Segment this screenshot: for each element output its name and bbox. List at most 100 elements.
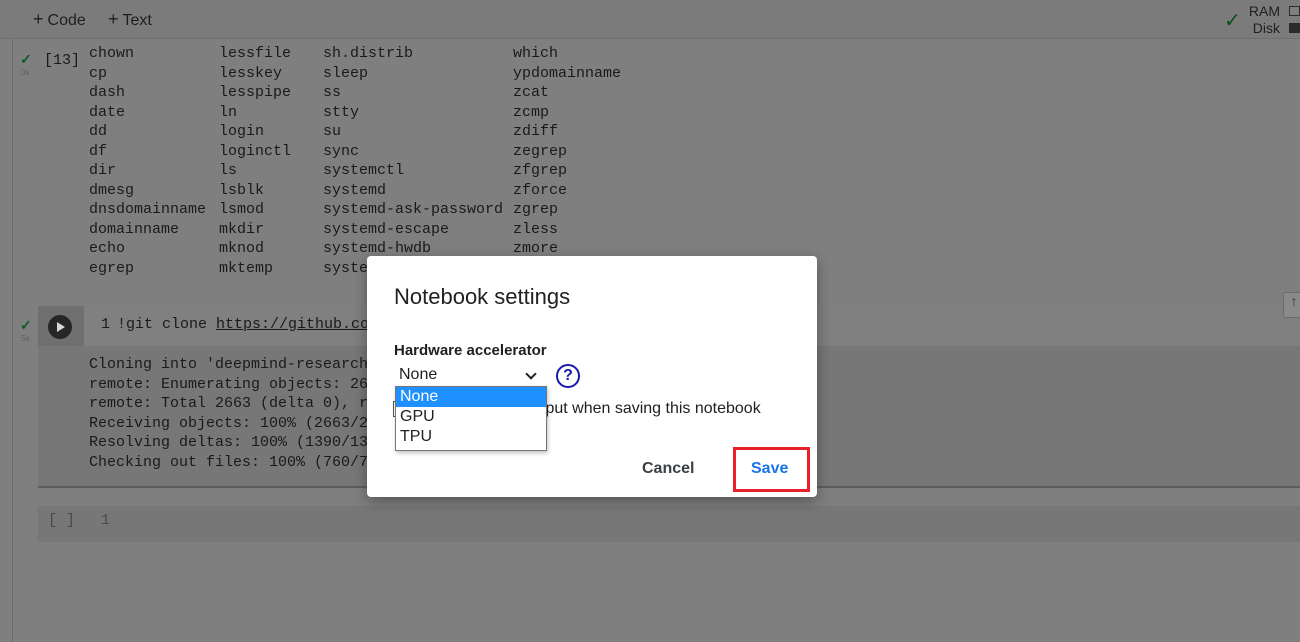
output-line: Receiving objects: 100% (2663/26 — [89, 414, 369, 432]
command-name: ss — [323, 84, 342, 101]
output-row: df loginctl sync zegrep — [89, 143, 989, 163]
cell-exec-time: 5s — [21, 334, 30, 343]
command-name: stty — [323, 103, 360, 121]
command-name: loginctl — [219, 142, 292, 160]
output-line: remote: Total 2663 (delta 0), re — [89, 395, 369, 413]
command-name: which — [513, 45, 559, 62]
command-name: zgrep — [513, 201, 559, 218]
command-name: systemd-ask-password — [323, 201, 504, 218]
hardware-accelerator-label: Hardware accelerator — [394, 342, 547, 359]
add-text-label: Text — [122, 12, 152, 29]
command-name: sync — [323, 142, 360, 160]
command-name: login — [219, 123, 265, 140]
line-number: 1 — [101, 512, 111, 529]
code-url-link[interactable]: https://github.com — [216, 316, 378, 333]
command-name: zcmp — [513, 103, 550, 121]
output-row: cp lesskey sleep ypdomainname — [89, 65, 989, 85]
scroll-up-icon[interactable]: ↑ — [1283, 292, 1300, 318]
output-row: date ln stty zcmp — [89, 104, 989, 124]
command-name: dash — [89, 84, 126, 101]
command-name: zcat — [513, 84, 550, 101]
omit-output-label: tput when saving this notebook — [541, 400, 761, 417]
command-name: ln — [219, 103, 238, 121]
ram-label[interactable]: RAM — [1246, 3, 1280, 19]
command-name: sh.distrib — [323, 45, 414, 62]
output-line: remote: Enumerating objects: 266 — [89, 375, 369, 393]
command-name: echo — [89, 240, 126, 257]
output-line: Cloning into 'deepmind-research' — [89, 356, 369, 373]
command-name: chown — [89, 45, 135, 62]
command-name: su — [323, 123, 342, 140]
cell-exec-time: 0s — [21, 68, 30, 77]
clone-output: Cloning into 'deepmind-research' remote: … — [89, 356, 369, 474]
line-number: 1 — [101, 316, 111, 333]
notebook-settings-dialog: Notebook settings Hardware accelerator N… — [367, 256, 817, 497]
command-name: zegrep — [513, 142, 568, 160]
save-button[interactable]: Save — [751, 460, 788, 478]
command-name: ls — [219, 162, 238, 179]
add-text-button[interactable]: + Text — [108, 9, 152, 30]
add-code-button[interactable]: + Code — [33, 9, 86, 30]
disk-label[interactable]: Disk — [1246, 20, 1280, 36]
cancel-button[interactable]: Cancel — [642, 460, 694, 478]
command-name: syste — [323, 259, 369, 277]
option-tpu[interactable]: TPU — [396, 427, 546, 447]
command-name: lesskey — [219, 64, 283, 82]
command-name: dd — [89, 123, 108, 140]
command-name: systemd-escape — [323, 220, 450, 238]
cell-success-check-icon: ✓ — [20, 317, 32, 333]
command-list-output: chown lessfile sh.distrib which cp lesskey sle… — [89, 45, 989, 279]
command-name: sleep — [323, 64, 369, 82]
disk-usage-bar — [1289, 23, 1300, 33]
cell-success-check-icon: ✓ — [20, 51, 32, 67]
command-name: domainname — [89, 220, 180, 238]
option-gpu[interactable]: GPU — [396, 407, 546, 427]
command-name: systemd-hwdb — [323, 240, 432, 257]
command-name: mktemp — [219, 259, 274, 277]
output-row: dmesg lsblk systemd zforce — [89, 182, 989, 202]
command-name: egrep — [89, 259, 135, 277]
plus-icon: + — [108, 9, 119, 29]
command-name: lesspipe — [219, 84, 292, 101]
output-line: Checking out files: 100% (760/76 — [89, 453, 369, 471]
add-code-label: Code — [47, 12, 86, 29]
notebook-toolbar: + Code + Text ✓ RAM Disk — [0, 0, 1300, 39]
run-cell-icon[interactable] — [48, 315, 72, 339]
chevron-down-icon — [525, 368, 537, 380]
output-row: chown lessfile sh.distrib which — [89, 45, 989, 65]
output-row: dir ls systemctl zfgrep — [89, 162, 989, 182]
help-icon[interactable]: ? — [556, 364, 580, 388]
hardware-accelerator-select[interactable]: None — [395, 364, 543, 386]
command-name: dir — [89, 162, 117, 179]
left-border — [12, 39, 13, 642]
output-row: domainname mkdir systemd-escape zless — [89, 221, 989, 241]
ram-usage-bar — [1289, 6, 1300, 16]
command-name: systemd — [323, 181, 387, 199]
code-command: !git clone — [117, 316, 217, 333]
command-name: lsmod — [219, 201, 265, 218]
command-name: mknod — [219, 240, 265, 257]
command-name: date — [89, 103, 126, 121]
command-name: dnsdomainname — [89, 201, 207, 218]
accelerator-dropdown-list: None GPU TPU — [395, 386, 547, 451]
output-line: Resolving deltas: 100% (1390/139 — [89, 434, 369, 452]
command-name: zdiff — [513, 123, 559, 140]
command-name: zless — [513, 220, 559, 238]
dialog-title: Notebook settings — [394, 284, 571, 309]
command-name: cp — [89, 64, 108, 82]
command-name: ypdomainname — [513, 64, 622, 82]
empty-code-cell[interactable] — [38, 506, 1300, 542]
execution-count: [13] — [44, 52, 81, 69]
output-row: dash lesspipe ss zcat — [89, 84, 989, 104]
output-row: dd login su zdiff — [89, 123, 989, 143]
command-name: zfgrep — [513, 162, 568, 179]
plus-icon: + — [33, 9, 44, 29]
command-name: dmesg — [89, 181, 135, 199]
connected-check-icon: ✓ — [1224, 10, 1241, 32]
output-row: dnsdomainname lsmod systemd-ask-password zg… — [89, 201, 989, 221]
execution-count-empty: [ ] — [48, 512, 76, 529]
code-line[interactable]: !git clone https://github.com — [117, 316, 378, 333]
command-name: zmore — [513, 240, 559, 257]
command-name: lessfile — [219, 45, 292, 62]
option-none[interactable]: None — [396, 387, 546, 407]
